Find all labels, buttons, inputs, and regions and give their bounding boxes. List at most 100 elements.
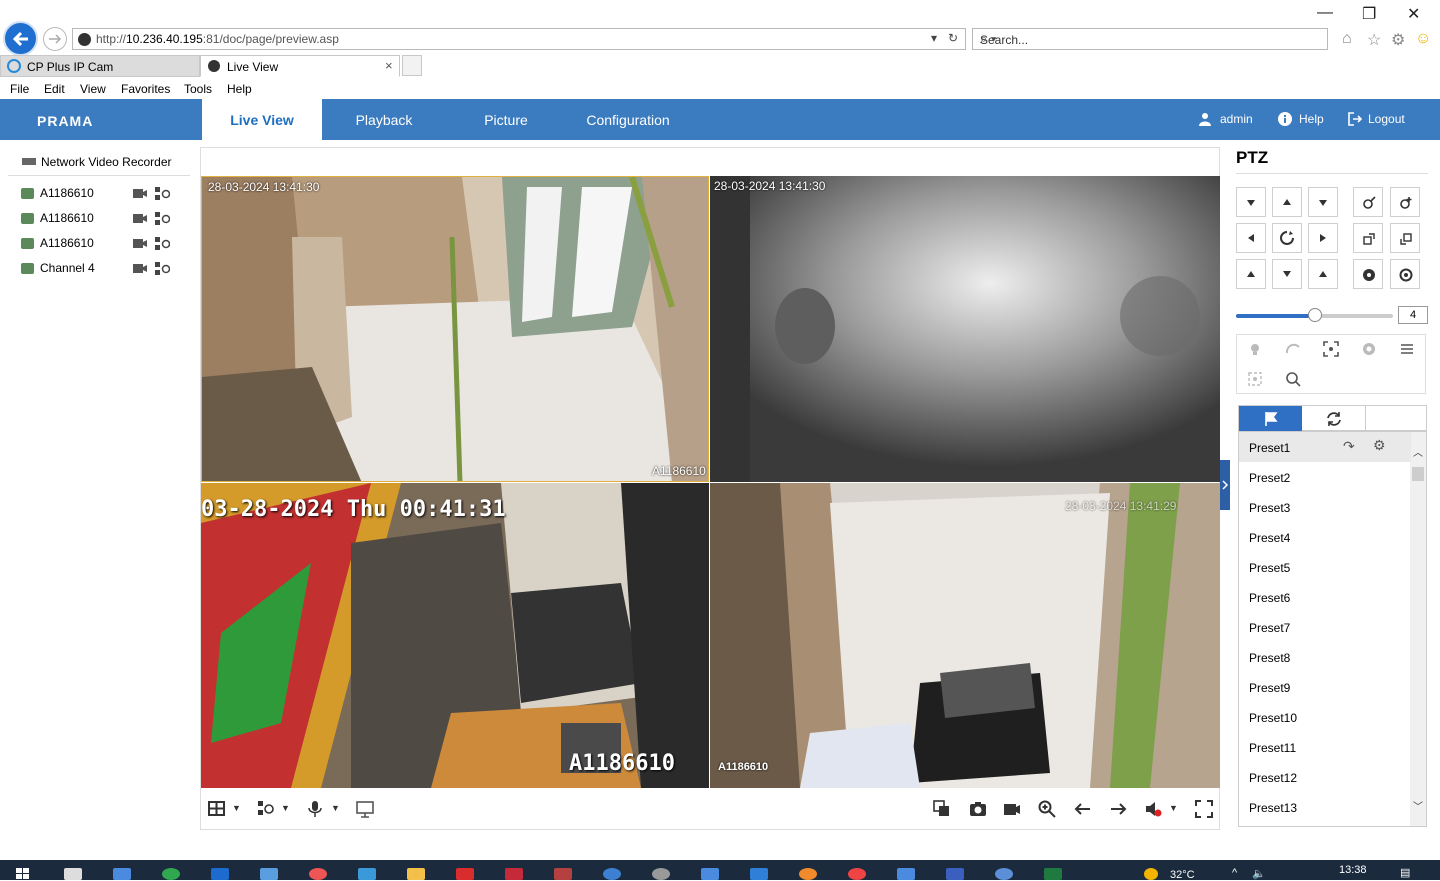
- speed-slider-handle[interactable]: [1307, 308, 1322, 322]
- preset-item[interactable]: Preset2: [1239, 462, 1411, 492]
- tab-cp-plus[interactable]: CP Plus IP Cam: [0, 55, 200, 77]
- weather-temperature[interactable]: 32°C: [1170, 869, 1195, 881]
- taskbar-app-icon[interactable]: [995, 868, 1013, 880]
- volume-icon[interactable]: 🔈: [1252, 867, 1266, 880]
- preset-item[interactable]: Preset11: [1239, 732, 1411, 762]
- ptz-auto-button[interactable]: [1272, 223, 1302, 253]
- scroll-down-icon[interactable]: ﹀: [1413, 798, 1423, 813]
- video-cell-2[interactable]: 28-03-2024 13:41:30: [710, 176, 1220, 482]
- new-tab-button[interactable]: [402, 55, 422, 76]
- ptz-up-left-button[interactable]: [1236, 187, 1266, 217]
- auxiliary-focus-icon[interactable]: [1323, 341, 1339, 357]
- tab-patrol[interactable]: [1302, 406, 1365, 431]
- zoom-out-button[interactable]: [1353, 187, 1383, 217]
- internet-explorer-icon[interactable]: [603, 868, 621, 880]
- video-cell-4[interactable]: 28-03-2024 13:41:29 A1186610: [710, 483, 1220, 788]
- video-cell-3[interactable]: 03-28-2024 Thu 00:41:31 A1186610: [201, 483, 709, 788]
- record-video-icon[interactable]: [1003, 800, 1021, 818]
- forward-button[interactable]: [43, 27, 67, 51]
- set-preset-gear-icon[interactable]: ⚙: [1373, 437, 1386, 454]
- channel-item[interactable]: A1186610: [21, 235, 181, 253]
- taskbar-app-icon[interactable]: [554, 868, 572, 880]
- iris-close-button[interactable]: [1390, 259, 1420, 289]
- clock-time[interactable]: 13:38: [1339, 864, 1367, 876]
- address-bar[interactable]: http://10.236.40.195:81/doc/page/preview…: [72, 28, 966, 50]
- menu-lines-icon[interactable]: [1399, 341, 1415, 357]
- preset-scrollbar[interactable]: ︿ ﹀: [1410, 432, 1426, 826]
- preset-item[interactable]: Preset8: [1239, 642, 1411, 672]
- iris-open-button[interactable]: [1353, 259, 1383, 289]
- search-icon[interactable]: ⌕ ▾: [980, 31, 1319, 47]
- taskbar-app-icon[interactable]: [113, 868, 131, 880]
- channel-item[interactable]: A1186610: [21, 210, 181, 228]
- preset-item[interactable]: Preset3: [1239, 492, 1411, 522]
- scroll-up-icon[interactable]: ︿: [1413, 444, 1423, 459]
- wiper-icon[interactable]: [1285, 341, 1301, 357]
- channel-item[interactable]: Channel 4: [21, 260, 181, 278]
- previous-page-icon[interactable]: [1074, 800, 1092, 818]
- stream-icon[interactable]: [154, 261, 170, 276]
- home-icon[interactable]: ⌂: [1342, 30, 1352, 48]
- volume-dropdown-icon[interactable]: ▼: [1169, 803, 1178, 813]
- stream-icon[interactable]: [154, 211, 170, 226]
- preset-item[interactable]: Preset12: [1239, 762, 1411, 792]
- ptz-right-button[interactable]: [1308, 223, 1338, 253]
- call-preset-icon[interactable]: ↷: [1343, 438, 1355, 455]
- menu-help[interactable]: Help: [227, 82, 252, 96]
- focus-near-button[interactable]: [1353, 223, 1383, 253]
- tab-live-view[interactable]: Live View ×: [200, 55, 400, 77]
- restore-button[interactable]: ❐: [1362, 4, 1376, 24]
- scroll-thumb[interactable]: [1412, 467, 1424, 481]
- menu-file[interactable]: File: [10, 82, 29, 96]
- settings-icon[interactable]: [652, 868, 670, 880]
- notifications-icon[interactable]: ▤: [1400, 866, 1410, 879]
- stream-dropdown-icon[interactable]: ▼: [281, 803, 290, 813]
- taskbar-app-icon[interactable]: [309, 868, 327, 880]
- layout-dropdown-icon[interactable]: ▼: [232, 803, 241, 813]
- light-icon[interactable]: [1247, 341, 1263, 357]
- record-icon[interactable]: [133, 263, 147, 274]
- ptz-panel-toggle[interactable]: [1220, 460, 1230, 510]
- back-button[interactable]: [3, 21, 38, 56]
- outlook-icon[interactable]: [211, 868, 229, 880]
- tab-pattern[interactable]: [1365, 406, 1428, 431]
- taskbar-app-icon[interactable]: [260, 868, 278, 880]
- preset-item[interactable]: Preset5: [1239, 552, 1411, 582]
- menu-tools[interactable]: Tools: [184, 82, 212, 96]
- address-dropdown-icon[interactable]: ▾: [931, 31, 937, 45]
- next-page-icon[interactable]: [1109, 800, 1127, 818]
- tab-live-view-nav[interactable]: Live View: [202, 99, 322, 140]
- taskbar-app-icon[interactable]: [701, 868, 719, 880]
- stream-icon[interactable]: [154, 236, 170, 251]
- microphone-dropdown-icon[interactable]: ▼: [331, 803, 340, 813]
- weather-icon[interactable]: [1144, 868, 1158, 880]
- tab-playback[interactable]: Playback: [324, 99, 444, 140]
- ptz-down-left-button[interactable]: [1236, 259, 1266, 289]
- volume-muted-icon[interactable]: [1144, 800, 1162, 818]
- ptz-down-right-button[interactable]: [1308, 259, 1338, 289]
- 3d-zoom-icon[interactable]: [1285, 371, 1301, 387]
- digital-zoom-icon[interactable]: [1038, 800, 1056, 818]
- search-box[interactable]: Search... ⌕ ▾: [972, 28, 1328, 50]
- preset-item[interactable]: Preset7: [1239, 612, 1411, 642]
- taskbar-app-icon[interactable]: [456, 868, 474, 880]
- menu-edit[interactable]: Edit: [44, 82, 65, 96]
- fullscreen-icon[interactable]: [1195, 800, 1213, 818]
- preset-item[interactable]: Preset10: [1239, 702, 1411, 732]
- taskbar-app-icon[interactable]: [505, 868, 523, 880]
- capture-multi-icon[interactable]: [933, 800, 951, 818]
- tab-picture[interactable]: Picture: [446, 99, 566, 140]
- ptz-up-right-button[interactable]: [1308, 187, 1338, 217]
- focus-far-button[interactable]: [1390, 223, 1420, 253]
- tray-chevron-icon[interactable]: ^: [1232, 867, 1237, 879]
- layout-grid-icon[interactable]: [208, 800, 226, 818]
- preset-item[interactable]: Preset1 ↷ ⚙: [1239, 432, 1411, 462]
- preset-item[interactable]: Preset9: [1239, 672, 1411, 702]
- tab-presets[interactable]: [1239, 406, 1302, 431]
- ptz-left-button[interactable]: [1236, 223, 1266, 253]
- manual-tracking-icon[interactable]: [1247, 371, 1263, 387]
- ptz-speed-slider[interactable]: [1236, 308, 1393, 322]
- logout-link[interactable]: Logout: [1368, 112, 1405, 126]
- ptz-down-button[interactable]: [1272, 259, 1302, 289]
- record-icon[interactable]: [133, 213, 147, 224]
